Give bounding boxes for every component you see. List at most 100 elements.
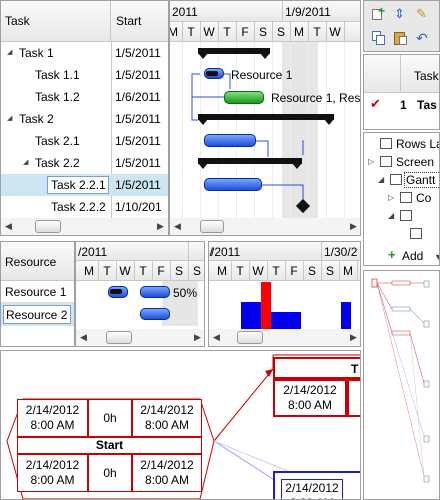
resource-grid: Resource Resource 1 Resource 2	[0, 241, 75, 347]
start-node-early-finish[interactable]: 2/14/2012 8:00 AM	[132, 399, 202, 437]
task-row[interactable]: Task 1.2 1/6/2011	[1, 86, 168, 108]
plus-icon: +	[388, 247, 396, 262]
day-header: T	[103, 264, 111, 278]
day-header: W	[119, 264, 131, 278]
mini-row-number: 1	[400, 98, 407, 112]
duration-value: 0h	[103, 411, 117, 425]
task-early-start: 2/14/2012 8:00 AM	[283, 383, 337, 412]
tree-items: Rows Layo ▷ Screen ◢ Gantt C ▷ Co ◢	[364, 133, 439, 243]
collapsed-arrow-icon[interactable]: ▷	[388, 194, 394, 202]
task-start-date: 1/5/2011	[115, 68, 161, 82]
task-node-top-early-start[interactable]: 2/14/2012 8:00 AM	[273, 379, 347, 417]
start-node-early-start[interactable]: 2/14/2012 8:00 AM	[17, 399, 88, 437]
task-row[interactable]: Task 1.1 1/5/2011	[1, 64, 168, 86]
start-node-late-start[interactable]: 2/14/2012 8:00 AM	[17, 454, 88, 492]
late-start-date: 2/14/2012 8:00 AM	[25, 458, 80, 487]
tree-item[interactable]: ◢	[364, 207, 439, 225]
start-column-header[interactable]: Start	[111, 1, 168, 42]
add-label: Add	[402, 249, 424, 263]
tree-item[interactable]: ▷ Screen	[364, 153, 439, 171]
task-row[interactable]: Task 2.2.1 1/5/2011	[1, 174, 168, 196]
dependency-links	[191, 73, 304, 199]
task-name: Task 2.2	[35, 156, 80, 170]
gantt-scrollbar[interactable]: ◀ ▶	[170, 218, 360, 235]
day-header: S	[307, 264, 316, 278]
day-header: F	[157, 264, 165, 278]
item-icon	[410, 228, 422, 239]
resource-allocation-bar-3[interactable]	[140, 308, 170, 320]
pencil-icon[interactable]: ✎	[416, 7, 430, 21]
paste-icon[interactable]	[394, 31, 408, 45]
tree-item[interactable]: Rows Layo	[364, 135, 439, 153]
day-header: S	[174, 264, 183, 278]
task-row[interactable]: Task 2.2.2 1/10/201	[1, 196, 168, 218]
resource-chart-scrollbar[interactable]: ◀ ▶	[76, 329, 204, 346]
pert-chart: 2/14/2012 8:00 AM 0h 2/14/2012 8:00 AM S…	[0, 350, 361, 500]
copy-icon[interactable]	[372, 31, 386, 45]
add-row-icon[interactable]: +	[372, 5, 386, 21]
mini-row-text: Tas	[417, 98, 437, 112]
expand-arrow-icon[interactable]: ◢	[7, 49, 12, 56]
task-start-date: 1/5/2011	[115, 46, 161, 60]
scroll-right-icon[interactable]: ▶	[350, 222, 357, 231]
start-node-slack[interactable]: 0h	[88, 454, 132, 492]
task-row[interactable]: ◢ Task 2.2 1/5/2011	[1, 152, 168, 174]
indent-icon[interactable]: ⇕	[394, 7, 408, 21]
undo-icon[interactable]: ↶	[416, 31, 430, 45]
add-element-button[interactable]: + Add ▼	[364, 247, 439, 265]
scroll-thumb[interactable]	[35, 220, 61, 233]
toolbar-panel: + ⇕ ✎ ↶	[363, 0, 440, 52]
load-bar-1	[241, 302, 261, 329]
resource-allocation-bar-2[interactable]	[140, 286, 170, 298]
expanded-arrow-icon[interactable]: ◢	[378, 176, 384, 184]
scroll-thumb[interactable]	[237, 331, 263, 344]
expand-arrow-icon[interactable]: ◢	[23, 159, 28, 166]
start-node-title[interactable]: Start	[17, 437, 202, 454]
start-node-late-finish[interactable]: 2/14/2012 8:00 AM	[132, 454, 202, 492]
early-finish-date: 2/14/2012 8:00 AM	[140, 403, 194, 432]
resource-name-editor[interactable]: Resource 2	[3, 305, 71, 324]
scroll-left-icon[interactable]: ◀	[5, 222, 12, 231]
layout-tree: Rows Layo ▷ Screen ◢ Gantt C ▷ Co ◢ + Add ▼	[363, 132, 440, 266]
resource-row-2[interactable]: Resource 2	[1, 303, 74, 326]
resource-name: Resource 1	[5, 285, 67, 299]
tree-item[interactable]: ◢ Gantt C	[364, 171, 439, 189]
task-row[interactable]: Task 2.1 1/5/2011	[1, 130, 168, 152]
task-node-name: T	[351, 362, 359, 376]
scroll-left-icon[interactable]: ◀	[213, 333, 220, 342]
resource-row-1[interactable]: Resource 1	[1, 281, 74, 303]
resource-column-header[interactable]: Resource	[1, 242, 74, 281]
start-node-duration[interactable]: 0h	[88, 399, 132, 437]
load-week-label-2: /2011	[211, 245, 241, 259]
expanded-arrow-icon[interactable]: ◢	[388, 212, 394, 220]
scroll-thumb[interactable]	[200, 220, 224, 233]
day-header: W	[252, 264, 264, 278]
scroll-right-icon[interactable]: ▶	[350, 333, 357, 342]
load-day-headers: MTWTFSSM	[209, 261, 360, 281]
day-header: T	[272, 264, 280, 278]
load-bar-overload	[261, 282, 271, 329]
expand-arrow-icon[interactable]: ◢	[7, 115, 12, 122]
collapsed-arrow-icon[interactable]: ▷	[368, 158, 374, 166]
tree-item[interactable]: ▷ Co	[364, 189, 439, 207]
overview-preview[interactable]	[363, 270, 440, 500]
task-row[interactable]: ◢ Task 2 1/5/2011	[1, 108, 168, 130]
scroll-thumb[interactable]	[106, 331, 132, 344]
task-node-bottom-early-start[interactable]: 2/14/2012 8:00 AM	[281, 479, 343, 499]
task-start-date: 1/6/2011	[115, 90, 161, 104]
tree-item[interactable]	[364, 225, 439, 243]
day-header: F	[290, 264, 298, 278]
scroll-right-icon[interactable]: ▶	[157, 222, 164, 231]
task-column-header[interactable]: Task	[1, 1, 111, 42]
mini-task-row[interactable]: ✔ 1 Tas	[364, 93, 439, 117]
task-row[interactable]: ◢ Task 1 1/5/2011	[1, 42, 168, 64]
task-start-date: 1/5/2011	[115, 156, 161, 170]
load-chart-scrollbar[interactable]: ◀ ▶	[209, 329, 360, 346]
scroll-right-icon[interactable]: ▶	[194, 333, 201, 342]
task-grid-scrollbar[interactable]: ◀ ▶	[1, 218, 168, 235]
task-check-icon: ✔	[370, 96, 381, 111]
load-bar-2	[271, 312, 301, 329]
task-node-top-title[interactable]: T	[273, 357, 360, 379]
scroll-left-icon[interactable]: ◀	[80, 333, 87, 342]
scroll-left-icon[interactable]: ◀	[174, 222, 181, 231]
